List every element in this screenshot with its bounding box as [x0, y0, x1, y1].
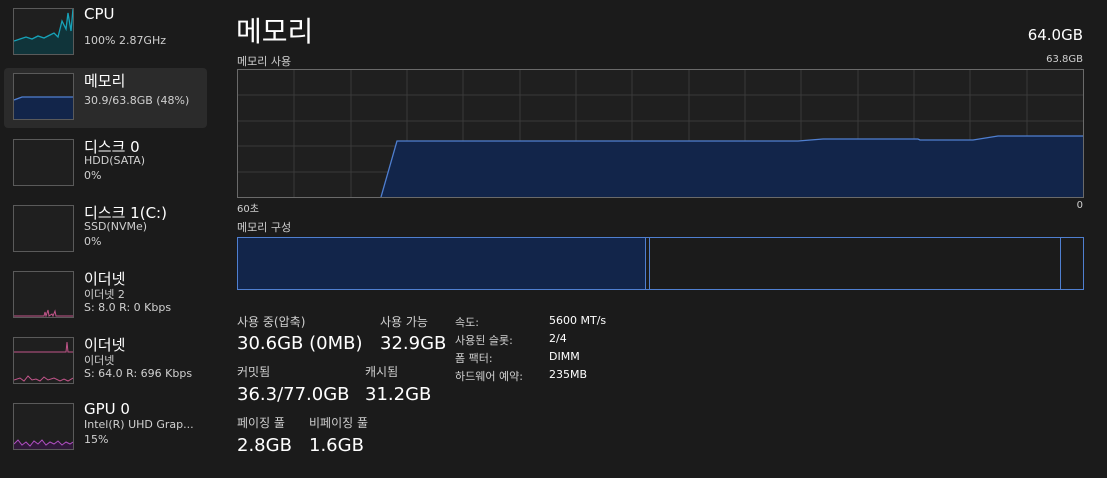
ethernet-sparkline-line-received [14, 375, 73, 382]
paged-pool-value: 2.8GB [237, 435, 292, 456]
composition-standby-segment[interactable] [650, 238, 1061, 289]
slots-used-key: 사용된 슬롯: [455, 334, 513, 347]
slots-used-value: 2/4 [549, 332, 567, 345]
ethernet-2-thumbnail-graph [13, 271, 74, 318]
hardware-reserved-value: 235MB [549, 368, 588, 381]
sidebar-item-cpu[interactable]: CPU 100% 2.87GHz [4, 3, 207, 63]
sidebar-item-detail: Intel(R) UHD Grap... [84, 418, 194, 431]
committed-value: 36.3/77.0GB [237, 384, 350, 405]
memory-sparkline-fill [14, 97, 73, 119]
in-use-label: 사용 중(압축) [237, 315, 306, 329]
sidebar-item-detail: SSD(NVMe) [84, 220, 148, 233]
sidebar-item-memory[interactable]: 메모리 30.9/63.8GB (48%) [4, 68, 207, 128]
memory-usage-graph [237, 69, 1084, 198]
ethernet-sparkline [14, 341, 73, 382]
in-use-value: 30.6GB (0MB) [237, 333, 363, 354]
composition-free-segment[interactable] [1061, 238, 1083, 289]
paged-pool-label: 페이징 풀 [237, 416, 285, 430]
sidebar-item-throughput: S: 64.0 R: 696 Kbps [84, 367, 193, 380]
nonpaged-pool-value: 1.6GB [309, 435, 364, 456]
cpu-thumbnail-graph [13, 8, 74, 55]
committed-label: 커밋됨 [237, 365, 271, 379]
sidebar-item-detail: 30.9/63.8GB (48%) [84, 94, 190, 107]
sidebar-item-detail: 이더넷 2 [84, 288, 125, 301]
sidebar-item-title: 메모리 [84, 72, 126, 90]
cached-label: 캐시됨 [365, 365, 399, 379]
memory-composition-label: 메모리 구성 [237, 221, 292, 234]
sidebar-item-usage: 15% [84, 433, 109, 446]
ethernet-2-sparkline [14, 309, 73, 317]
sidebar-item-title: CPU [84, 5, 115, 23]
available-value: 32.9GB [380, 333, 447, 354]
sidebar-item-ethernet-2[interactable]: 이더넷 이더넷 2 S: 8.0 R: 0 Kbps [4, 266, 207, 326]
memory-sparkline [14, 96, 73, 119]
memory-usage-chart [238, 70, 1083, 197]
time-axis-start: 60초 [237, 204, 259, 215]
time-axis-end: 0 [1076, 200, 1083, 211]
cpu-sparkline [14, 9, 73, 54]
form-factor-key: 폼 팩터: [455, 352, 493, 365]
memory-usage-label: 메모리 사용 [237, 55, 292, 68]
sidebar-item-detail: HDD(SATA) [84, 154, 146, 167]
hardware-reserved-key: 하드웨어 예약: [455, 370, 523, 383]
sidebar-item-disk-0[interactable]: 디스크 0 HDD(SATA) 0% [4, 134, 207, 194]
nonpaged-pool-label: 비페이징 풀 [309, 416, 369, 430]
cached-value: 31.2GB [365, 384, 432, 405]
sidebar-item-usage: 0% [84, 169, 102, 182]
ethernet-sparkline-line-sent [14, 341, 73, 353]
sidebar: CPU 100% 2.87GHz 메모리 30.9/63.8GB (48%) 디… [0, 0, 210, 478]
memory-detail-panel: 메모리 64.0GB 메모리 사용 63.8GB 60초 0 메모리 구성 사용… [236, 0, 1086, 478]
memory-thumbnail-graph [13, 73, 74, 120]
gpu-0-thumbnail-graph [13, 403, 74, 450]
sidebar-item-gpu-0[interactable]: GPU 0 Intel(R) UHD Grap... 15% [4, 398, 207, 458]
sidebar-item-detail: 100% 2.87GHz [84, 34, 167, 47]
memory-composition-bar[interactable] [237, 237, 1084, 290]
sidebar-item-title: GPU 0 [84, 400, 130, 418]
sidebar-item-disk-1[interactable]: 디스크 1(C:) SSD(NVMe) 0% [4, 200, 207, 260]
sidebar-item-throughput: S: 8.0 R: 0 Kbps [84, 301, 172, 314]
speed-value: 5600 MT/s [549, 314, 607, 327]
form-factor-value: DIMM [549, 350, 580, 363]
sidebar-item-detail: 이더넷 [84, 354, 115, 367]
ethernet-2-sparkline-line [14, 309, 73, 317]
ethernet-thumbnail-graph [13, 337, 74, 384]
sidebar-item-ethernet[interactable]: 이더넷 이더넷 S: 64.0 R: 696 Kbps [4, 332, 207, 392]
speed-key: 속도: [455, 316, 479, 329]
disk-1-thumbnail-graph [13, 205, 74, 252]
disk-0-thumbnail-graph [13, 139, 74, 186]
composition-in-use-segment[interactable] [238, 238, 646, 289]
available-label: 사용 가능 [380, 315, 428, 329]
cpu-sparkline-fill [14, 9, 73, 54]
memory-usage-area [381, 136, 1083, 197]
memory-usage-max: 63.8GB [1046, 54, 1083, 65]
gpu-sparkline [14, 439, 73, 449]
page-title: 메모리 [236, 15, 314, 48]
total-memory: 64.0GB [1027, 26, 1083, 44]
sidebar-item-usage: 0% [84, 235, 102, 248]
